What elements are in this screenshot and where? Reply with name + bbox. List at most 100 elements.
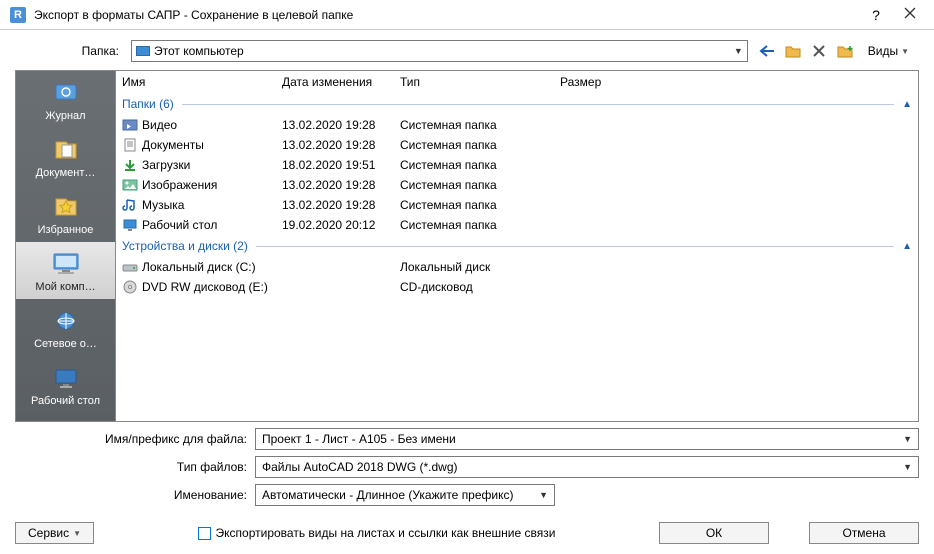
- column-size[interactable]: Размер: [560, 75, 640, 89]
- file-type: Системная папка: [400, 198, 560, 212]
- column-name[interactable]: Имя: [122, 75, 282, 89]
- service-dropdown[interactable]: Сервис ▼: [15, 522, 94, 544]
- file-date: 19.02.2020 20:12: [282, 218, 400, 232]
- sidebar-item-pc[interactable]: Мой комп…: [16, 242, 115, 299]
- open-folder-button[interactable]: [784, 43, 802, 59]
- file-type: CD-дисковод: [400, 280, 560, 294]
- naming-label: Именование:: [15, 488, 255, 502]
- collapse-icon[interactable]: ▲: [902, 99, 912, 110]
- location-text: Этот компьютер: [154, 44, 244, 58]
- titlebar: R Экспорт в форматы САПР - Сохранение в …: [0, 0, 934, 30]
- sidebar-item-label: Избранное: [20, 224, 112, 236]
- file-row[interactable]: Рабочий стол19.02.2020 20:12Системная па…: [116, 215, 918, 235]
- file-row[interactable]: DVD RW дисковод (E:) CD-дисковод: [116, 277, 918, 297]
- file-name: Изображения: [142, 178, 282, 192]
- file-row[interactable]: Музыка13.02.2020 19:28Системная папка: [116, 195, 918, 215]
- chevron-down-icon: ▼: [903, 462, 912, 472]
- close-button[interactable]: [904, 7, 924, 23]
- file-row[interactable]: Локальный диск (C:) Локальный диск: [116, 257, 918, 277]
- file-type: Системная папка: [400, 178, 560, 192]
- filename-combo[interactable]: Проект 1 - Лист - А105 - Без имени ▼: [255, 428, 919, 450]
- places-sidebar: Журнал Документ… Избранное Мой комп… Сетевое…: [16, 71, 116, 421]
- views-label: Виды: [868, 44, 898, 58]
- sidebar-item-doc[interactable]: Документ…: [16, 128, 115, 185]
- folder-icon: [122, 117, 138, 133]
- chevron-down-icon: ▼: [901, 47, 909, 56]
- ok-button[interactable]: ОК: [659, 522, 769, 544]
- cancel-button[interactable]: Отмена: [809, 522, 919, 544]
- file-name: Локальный диск (C:): [142, 260, 282, 274]
- folder-icon: [122, 197, 138, 213]
- file-row[interactable]: Видео13.02.2020 19:28Системная папка: [116, 115, 918, 135]
- file-type: Системная папка: [400, 218, 560, 232]
- sidebar-item-net[interactable]: Сетевое о…: [16, 299, 115, 356]
- folder-icon: [122, 137, 138, 153]
- file-date: 13.02.2020 19:28: [282, 138, 400, 152]
- file-row[interactable]: Загрузки18.02.2020 19:51Системная папка: [116, 155, 918, 175]
- history-icon: [50, 79, 82, 107]
- file-type: Системная папка: [400, 158, 560, 172]
- sidebar-item-history[interactable]: Журнал: [16, 71, 115, 128]
- new-folder-button[interactable]: [836, 43, 854, 59]
- filetype-label: Тип файлов:: [15, 460, 255, 474]
- folder-icon: [122, 157, 138, 173]
- location-combo[interactable]: Этот компьютер ▼: [131, 40, 748, 62]
- file-date: 13.02.2020 19:28: [282, 118, 400, 132]
- views-dropdown[interactable]: Виды ▼: [862, 44, 915, 58]
- back-button[interactable]: [758, 43, 776, 59]
- fav-icon: [50, 193, 82, 221]
- desktop-icon: [50, 364, 82, 392]
- checkbox-box[interactable]: [198, 527, 211, 540]
- folder-icon: [122, 177, 138, 193]
- service-label: Сервис: [28, 526, 69, 540]
- folder-label: Папка:: [15, 44, 125, 58]
- file-name: DVD RW дисковод (E:): [142, 280, 282, 294]
- filename-label: Имя/префикс для файла:: [15, 432, 255, 446]
- sidebar-item-label: Журнал: [20, 110, 112, 122]
- doc-icon: [50, 136, 82, 164]
- sidebar-item-label: Сетевое о…: [20, 338, 112, 350]
- sidebar-item-fav[interactable]: Избранное: [16, 185, 115, 242]
- file-row[interactable]: Изображения13.02.2020 19:28Системная пап…: [116, 175, 918, 195]
- filetype-value: Файлы AutoCAD 2018 DWG (*.dwg): [262, 460, 458, 474]
- column-date[interactable]: Дата изменения: [282, 75, 400, 89]
- filename-value: Проект 1 - Лист - А105 - Без имени: [262, 432, 456, 446]
- drive-icon: [122, 279, 138, 295]
- column-headers: Имя Дата изменения Тип Размер: [116, 71, 918, 93]
- file-name: Рабочий стол: [142, 218, 282, 232]
- file-type: Локальный диск: [400, 260, 560, 274]
- column-type[interactable]: Тип: [400, 75, 560, 89]
- file-type: Системная папка: [400, 138, 560, 152]
- net-icon: [50, 307, 82, 335]
- chevron-down-icon: ▼: [734, 46, 743, 56]
- naming-value: Автоматически - Длинное (Укажите префикс…: [262, 488, 514, 502]
- folder-icon: [122, 217, 138, 233]
- delete-button[interactable]: [810, 43, 828, 59]
- file-list-pane: Имя Дата изменения Тип Размер Папки (6) …: [116, 71, 918, 421]
- file-row[interactable]: Документы13.02.2020 19:28Системная папка: [116, 135, 918, 155]
- filetype-combo[interactable]: Файлы AutoCAD 2018 DWG (*.dwg) ▼: [255, 456, 919, 478]
- sidebar-item-label: Мой комп…: [20, 281, 112, 293]
- file-name: Видео: [142, 118, 282, 132]
- app-icon: R: [10, 7, 26, 23]
- window-title: Экспорт в форматы САПР - Сохранение в це…: [34, 8, 866, 22]
- group-drives-header[interactable]: Устройства и диски (2) ▲: [116, 235, 918, 257]
- file-date: 18.02.2020 19:51: [282, 158, 400, 172]
- collapse-icon[interactable]: ▲: [902, 241, 912, 252]
- sidebar-item-label: Рабочий стол: [20, 395, 112, 407]
- drive-icon: [122, 259, 138, 275]
- chevron-down-icon: ▼: [73, 529, 81, 538]
- sidebar-item-label: Документ…: [20, 167, 112, 179]
- file-name: Загрузки: [142, 158, 282, 172]
- group-folders-header[interactable]: Папки (6) ▲: [116, 93, 918, 115]
- naming-combo[interactable]: Автоматически - Длинное (Укажите префикс…: [255, 484, 555, 506]
- pc-icon: [136, 46, 150, 56]
- pc-icon: [50, 250, 82, 278]
- sidebar-item-desktop[interactable]: Рабочий стол: [16, 356, 115, 413]
- export-links-checkbox[interactable]: Экспортировать виды на листах и ссылки к…: [198, 526, 556, 540]
- help-button[interactable]: ?: [866, 7, 886, 23]
- file-date: 13.02.2020 19:28: [282, 198, 400, 212]
- file-name: Документы: [142, 138, 282, 152]
- chevron-down-icon: ▼: [539, 490, 548, 500]
- chevron-down-icon: ▼: [903, 434, 912, 444]
